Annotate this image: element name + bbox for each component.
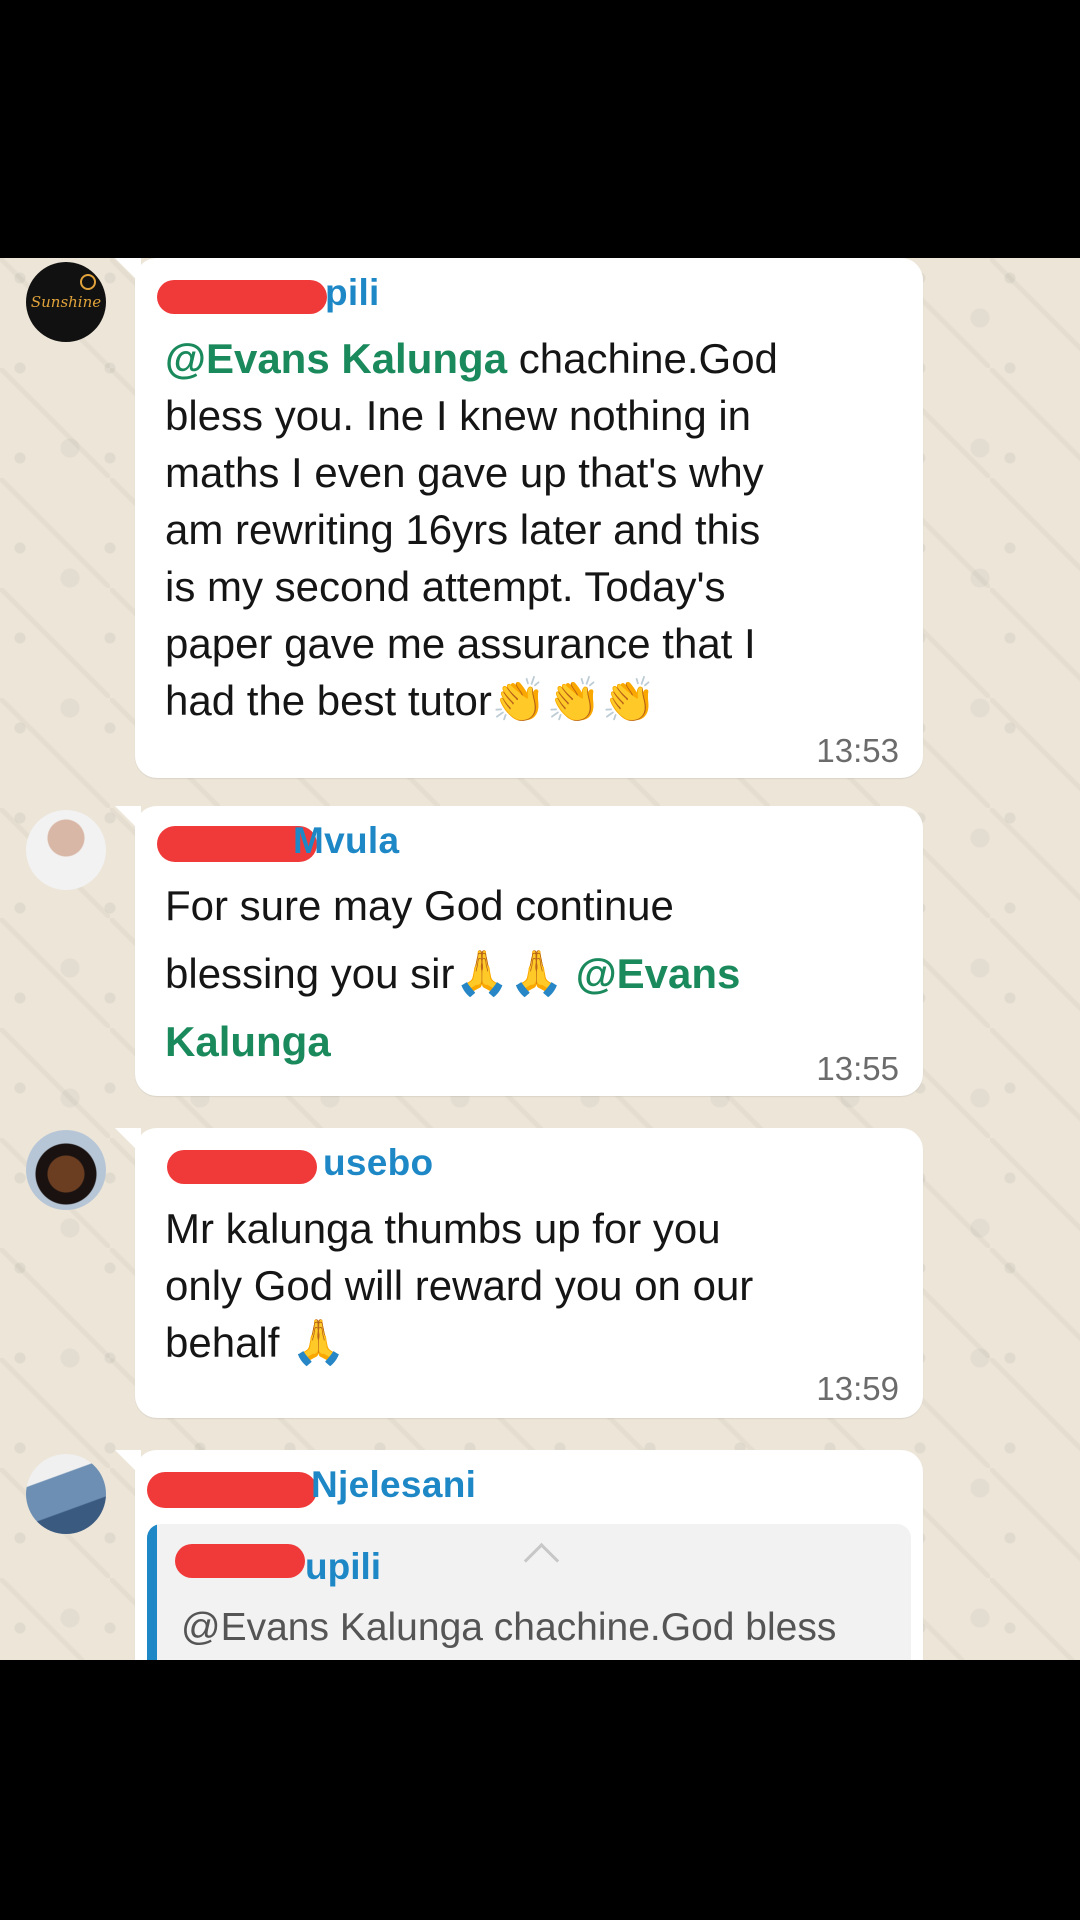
- mention-link[interactable]: @Evans: [576, 950, 741, 997]
- avatar-logo[interactable]: Sunshine: [26, 262, 106, 342]
- avatar[interactable]: [26, 1454, 106, 1534]
- sender-name[interactable]: Mvula: [293, 820, 399, 862]
- message-bubble[interactable]: usebo Mr kalunga thumbs up for you only …: [115, 1128, 923, 1418]
- quote-text: @Evans Kalunga chachine.God bless: [181, 1606, 837, 1649]
- pray-emoji: 🙏🙏: [454, 948, 565, 999]
- redaction-mark: [167, 1150, 317, 1184]
- sender-name[interactable]: usebo: [323, 1142, 433, 1184]
- bottom-black-bar: [0, 1660, 1080, 1920]
- message-bubble[interactable]: Mvula For sure may God continue blessing…: [115, 806, 923, 1096]
- redaction-mark: [147, 1472, 317, 1508]
- message-time: 13:55: [816, 1050, 899, 1087]
- message-bubble[interactable]: Njelesani upili @Evans Kalunga chachine.…: [115, 1450, 923, 1660]
- redaction-mark: [157, 280, 327, 314]
- sender-name[interactable]: Njelesani: [311, 1464, 476, 1506]
- message-text: For sure may God continue blessing you s…: [165, 882, 741, 1065]
- avatar[interactable]: [26, 810, 106, 890]
- avatar-logo-text: Sunshine: [30, 293, 102, 311]
- chat-area[interactable]: Sunshine pili @Evans Kalunga chachine.Go…: [0, 258, 1080, 1660]
- message-time: 13:59: [816, 1370, 899, 1407]
- quote-accent-bar: [147, 1524, 157, 1660]
- quote-sender-name: upili: [305, 1546, 382, 1587]
- message-text: Mr kalunga thumbs up for you only God wi…: [165, 1205, 754, 1368]
- quoted-message[interactable]: upili @Evans Kalunga chachine.God bless: [147, 1524, 911, 1660]
- avatar[interactable]: [26, 1130, 106, 1210]
- mention-link[interactable]: Kalunga: [165, 1018, 331, 1065]
- sun-icon: [80, 274, 96, 290]
- clap-emoji: 👏👏👏: [491, 675, 657, 726]
- message-bubble[interactable]: pili @Evans Kalunga chachine.God bless y…: [115, 258, 923, 778]
- redaction-mark: [175, 1544, 305, 1578]
- pray-emoji: 🙏: [291, 1317, 346, 1368]
- mention-link[interactable]: @Evans Kalunga: [165, 335, 507, 382]
- sender-name[interactable]: pili: [325, 272, 380, 314]
- chevron-up-icon[interactable]: [523, 1542, 560, 1579]
- message-text: @Evans Kalunga chachine.God bless you. I…: [165, 335, 778, 726]
- message-time: 13:53: [816, 732, 899, 769]
- top-black-bar: [0, 0, 1080, 258]
